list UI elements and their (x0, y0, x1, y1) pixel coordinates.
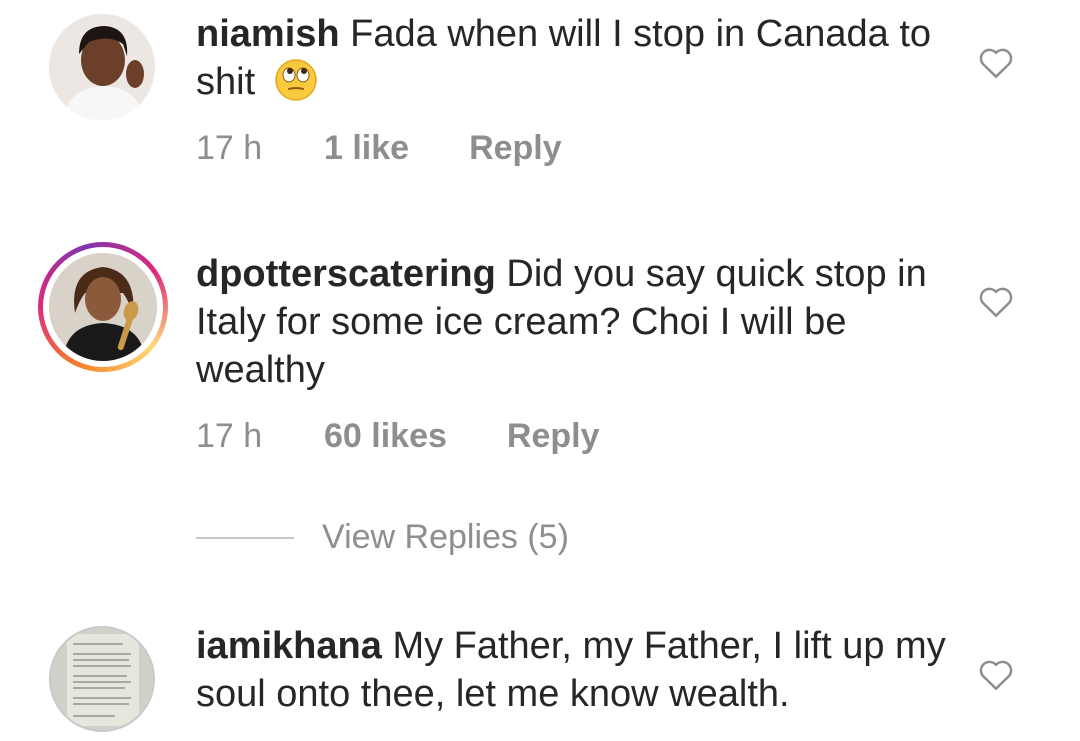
comment-meta: 17 h 60 likes Reply (196, 416, 599, 456)
comment-item-1: niamish Fada when will I stop in Canada … (0, 0, 1080, 200)
comment-text: dpotterscatering Did you say quick stop … (196, 250, 956, 394)
comment-username[interactable]: niamish (196, 13, 340, 55)
comment-likes[interactable]: 1 like (324, 128, 409, 168)
view-replies-label[interactable]: View Replies (5) (322, 518, 569, 557)
view-replies-divider (196, 536, 294, 539)
reply-button[interactable]: Reply (469, 128, 562, 168)
comment-text: iamikhana My Father, my Father, I lift u… (196, 622, 956, 718)
comment-text: niamish Fada when will I stop in Canada … (196, 10, 956, 106)
heart-outline-icon[interactable] (977, 45, 1015, 79)
avatar[interactable] (49, 14, 155, 120)
avatar[interactable] (49, 253, 157, 361)
comment-username[interactable]: iamikhana (196, 625, 382, 667)
comment-time: 17 h (196, 129, 263, 167)
heart-outline-icon[interactable] (977, 284, 1015, 318)
comment-likes[interactable]: 60 likes (324, 416, 447, 456)
comment-item-2: dpotterscatering Did you say quick stop … (0, 200, 1080, 500)
avatar-image (49, 253, 157, 361)
comment-item-3: iamikhana My Father, my Father, I lift u… (0, 600, 1080, 741)
rolling-eyes-emoji-icon (274, 58, 318, 102)
view-replies-button[interactable]: View Replies (5) (196, 518, 569, 557)
comment-meta: 17 h 1 like Reply (196, 128, 562, 168)
heart-outline-icon[interactable] (977, 657, 1015, 691)
reply-button[interactable]: Reply (507, 416, 600, 456)
comment-username[interactable]: dpotterscatering (196, 253, 496, 295)
comment-time: 17 h (196, 417, 263, 455)
avatar[interactable] (49, 626, 155, 732)
avatar-image (51, 628, 153, 730)
avatar-image (49, 14, 155, 120)
